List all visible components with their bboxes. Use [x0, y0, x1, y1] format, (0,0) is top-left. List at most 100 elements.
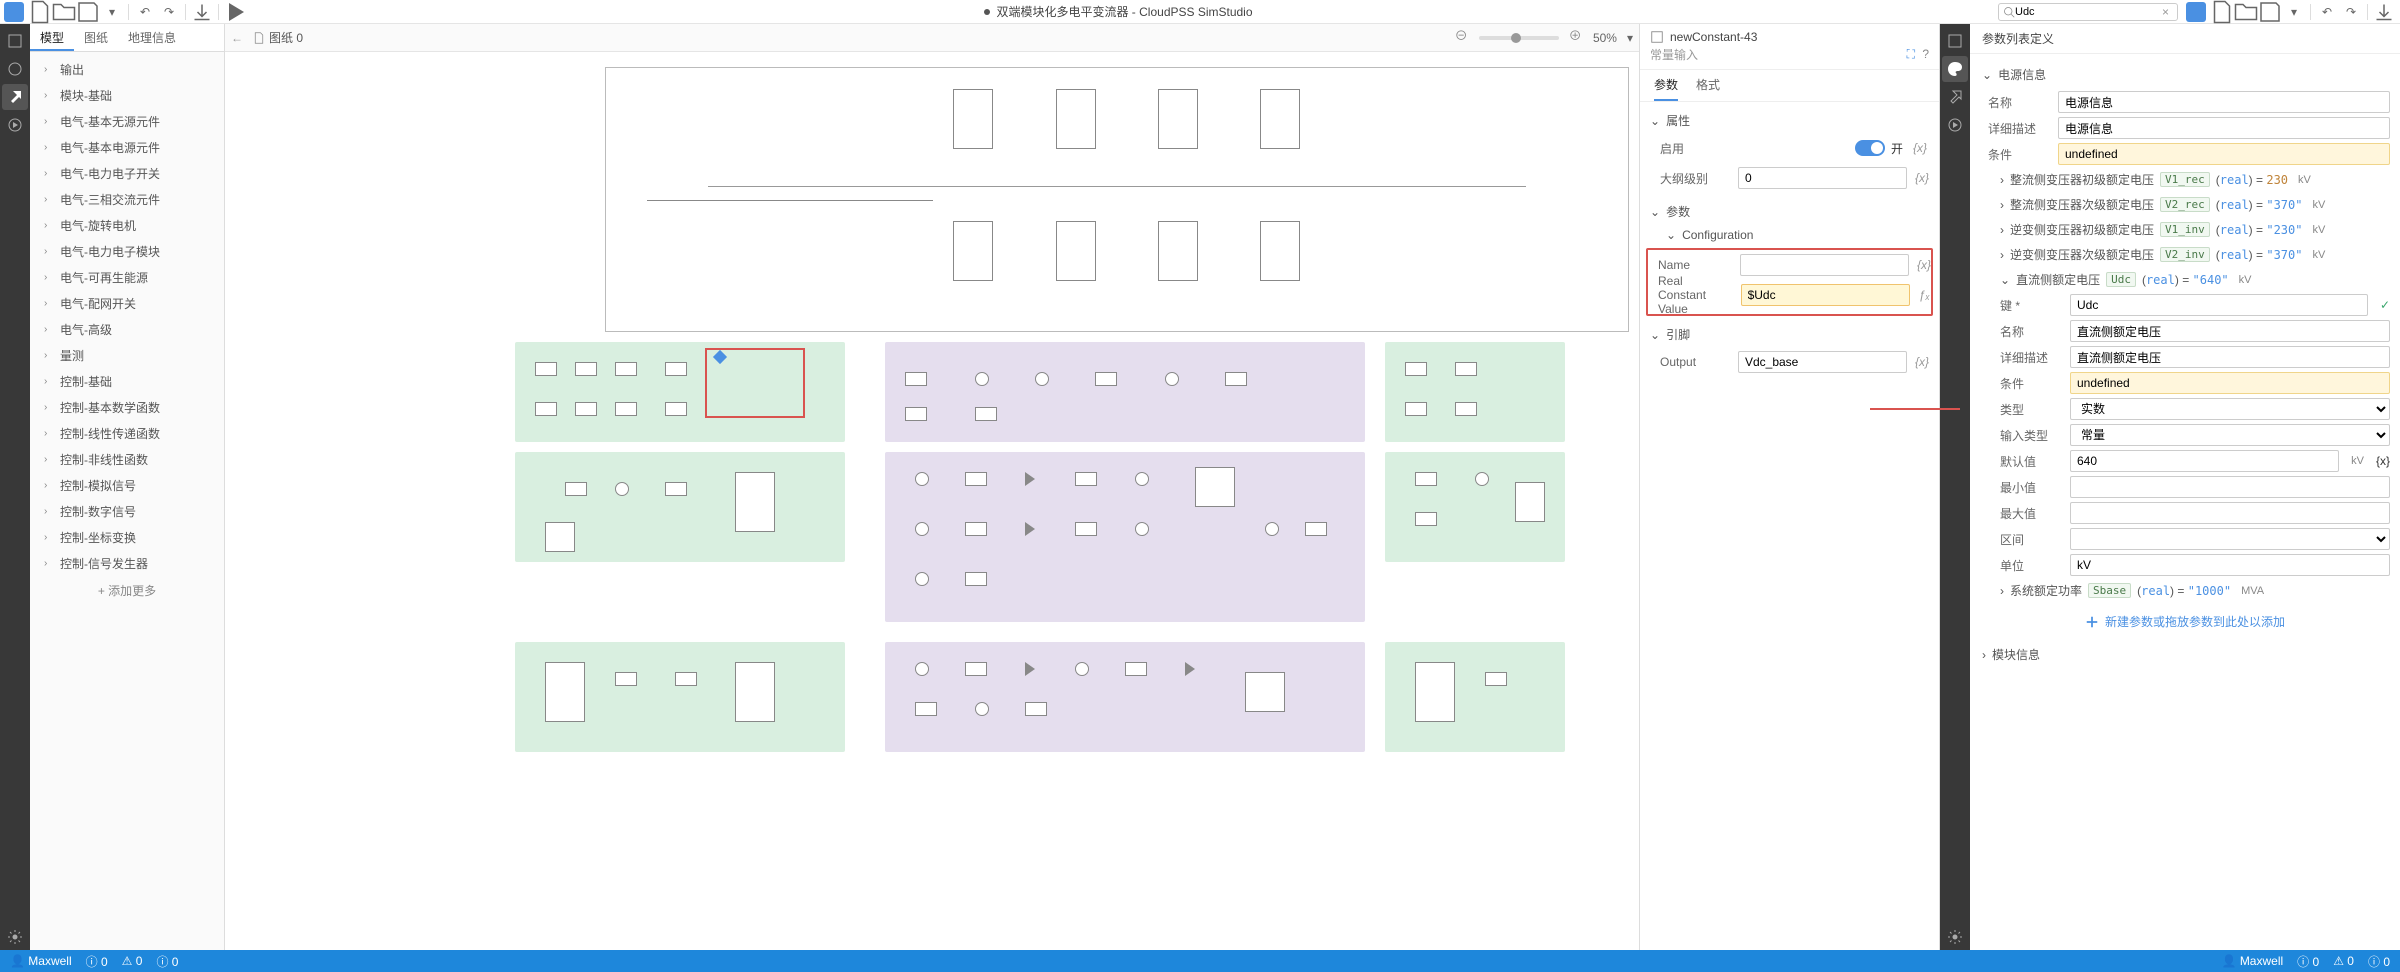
rail-run-icon[interactable] [2, 112, 28, 138]
zoom-dropdown-icon[interactable]: ▾ [1627, 31, 1633, 45]
param-group-power[interactable]: ⌄电源信息 [1980, 60, 2390, 89]
expr-icon[interactable]: {x} [1915, 171, 1929, 185]
diagram-block[interactable] [885, 342, 1365, 442]
group-params[interactable]: ⌄参数 [1650, 199, 1929, 224]
save-icon[interactable] [2258, 0, 2282, 24]
diagram-block[interactable] [515, 452, 845, 562]
tree-item[interactable]: ›控制-模拟信号 [30, 472, 224, 498]
expr-icon[interactable]: {x} [1911, 141, 1929, 155]
param-expr-row[interactable]: › 系统额定功率 Sbase (real) = "1000" MVA [1980, 578, 2390, 603]
save-icon[interactable] [76, 0, 100, 24]
zoom-value[interactable]: 50% [1593, 31, 1617, 45]
zoom-out-icon[interactable] [1455, 29, 1469, 46]
search-box[interactable]: × [1998, 3, 2178, 21]
rail-tools-icon[interactable] [1942, 84, 1968, 110]
expr-icon[interactable]: {x} [1917, 258, 1931, 272]
param-group-module[interactable]: ›模块信息 [1980, 640, 2390, 669]
redo-icon[interactable]: ↷ [157, 0, 181, 24]
tree-item[interactable]: ›控制-基础 [30, 368, 224, 394]
rail-palette-icon[interactable] [2, 56, 28, 82]
rail-palette-icon[interactable] [1942, 56, 1968, 82]
zoom-in-icon[interactable] [1569, 29, 1583, 46]
param-expr-row[interactable]: ›逆变侧变压器初级额定电压 V1_inv (real) = "230" kV [1980, 217, 2390, 242]
ptype-select[interactable]: 实数 [2070, 398, 2390, 420]
diagram-block[interactable] [1385, 642, 1565, 752]
name-input[interactable] [1740, 254, 1909, 276]
output-input[interactable] [1738, 351, 1907, 373]
max-input[interactable] [2070, 502, 2390, 524]
tree-item[interactable]: ›电气-高级 [30, 316, 224, 342]
group-desc-input[interactable] [2058, 117, 2390, 139]
pname-input[interactable] [2070, 320, 2390, 342]
expr-icon[interactable]: {x} [2376, 454, 2390, 468]
tab-params[interactable]: 参数 [1654, 76, 1678, 101]
status-warnings[interactable]: ⚠ 0 [122, 954, 143, 968]
tree-item[interactable]: ›电气-旋转电机 [30, 212, 224, 238]
enable-toggle[interactable] [1855, 140, 1885, 156]
group-cond-input[interactable] [2058, 143, 2390, 165]
save-dropdown-icon[interactable]: ▾ [2282, 0, 2306, 24]
add-param-button[interactable]: 新建参数或拖放参数到此处以添加 [1980, 603, 2390, 640]
tree-item[interactable]: ›控制-基本数学函数 [30, 394, 224, 420]
canvas-tab[interactable]: 图纸 0 [253, 29, 303, 46]
diagram-block[interactable] [515, 642, 845, 752]
zoom-slider[interactable] [1479, 36, 1559, 40]
run-icon[interactable] [223, 0, 247, 24]
diagram-block[interactable] [1385, 452, 1565, 562]
status-errors[interactable]: ⓘ 0 [86, 953, 108, 970]
group-pins[interactable]: ⌄引脚 [1650, 322, 1929, 347]
tree-add-more[interactable]: + 添加更多 [30, 576, 224, 605]
unit-input[interactable] [2070, 554, 2390, 576]
rail-settings-icon[interactable] [1942, 924, 1968, 950]
level-input[interactable] [1738, 167, 1907, 189]
panel-help-icon[interactable]: ? [1922, 47, 1929, 61]
diagram-block[interactable] [885, 642, 1365, 752]
tree-item[interactable]: ›控制-坐标变换 [30, 524, 224, 550]
param-expr-row[interactable]: ›逆变侧变压器次级额定电压 V2_inv (real) = "370" kV [1980, 242, 2390, 267]
status-info[interactable]: ⓘ 0 [156, 953, 178, 970]
new-file-icon[interactable] [2210, 0, 2234, 24]
search-clear-icon[interactable]: × [2158, 5, 2173, 19]
tree-item[interactable]: ›电气-配网开关 [30, 290, 224, 316]
tree-item[interactable]: ›控制-非线性函数 [30, 446, 224, 472]
tab-sheets[interactable]: 图纸 [74, 24, 118, 51]
group-config[interactable]: ⌄Configuration [1650, 224, 1929, 246]
rail-settings-icon[interactable] [2, 924, 28, 950]
intype-select[interactable]: 常量 [2070, 424, 2390, 446]
tree-item[interactable]: ›输出 [30, 56, 224, 82]
param-expr-row[interactable]: ›整流侧变压器次级额定电压 V2_rec (real) = "370" kV [1980, 192, 2390, 217]
tab-format[interactable]: 格式 [1696, 76, 1720, 101]
diagram-block[interactable] [1385, 342, 1565, 442]
export-icon[interactable] [2372, 0, 2396, 24]
tree-item[interactable]: ›电气-基本电源元件 [30, 134, 224, 160]
status-user[interactable]: 👤 Maxwell [10, 954, 72, 968]
tree-item[interactable]: ›控制-数字信号 [30, 498, 224, 524]
diagram-canvas[interactable] [225, 52, 1639, 950]
rail-run-icon[interactable] [1942, 112, 1968, 138]
tree-item[interactable]: ›电气-三相交流元件 [30, 186, 224, 212]
new-file-icon[interactable] [28, 0, 52, 24]
group-attributes[interactable]: ⌄属性 [1650, 108, 1929, 133]
fx-icon[interactable]: ƒₓ [1918, 288, 1931, 302]
min-input[interactable] [2070, 476, 2390, 498]
rail-library-icon[interactable] [2, 28, 28, 54]
tree-item[interactable]: ›量测 [30, 342, 224, 368]
status-errors-r[interactable]: ⓘ 0 [2297, 953, 2319, 970]
status-info-r[interactable]: ⓘ 0 [2368, 953, 2390, 970]
export-icon[interactable] [190, 0, 214, 24]
status-user-r[interactable]: 👤 Maxwell [2222, 954, 2284, 968]
pdesc-input[interactable] [2070, 346, 2390, 368]
rail-library-icon[interactable] [1942, 28, 1968, 54]
pcond-input[interactable] [2070, 372, 2390, 394]
group-name-input[interactable] [2058, 91, 2390, 113]
tree-item[interactable]: ›电气-电力电子开关 [30, 160, 224, 186]
redo-icon[interactable]: ↷ [2339, 0, 2363, 24]
tab-model[interactable]: 模型 [30, 24, 74, 51]
tree-item[interactable]: ›电气-可再生能源 [30, 264, 224, 290]
tab-geo[interactable]: 地理信息 [118, 24, 186, 51]
undo-icon[interactable]: ↶ [133, 0, 157, 24]
status-warnings-r[interactable]: ⚠ 0 [2333, 954, 2354, 968]
tab-prev-icon[interactable]: ← [231, 31, 243, 45]
save-dropdown-icon[interactable]: ▾ [100, 0, 124, 24]
tree-item[interactable]: ›控制-信号发生器 [30, 550, 224, 576]
